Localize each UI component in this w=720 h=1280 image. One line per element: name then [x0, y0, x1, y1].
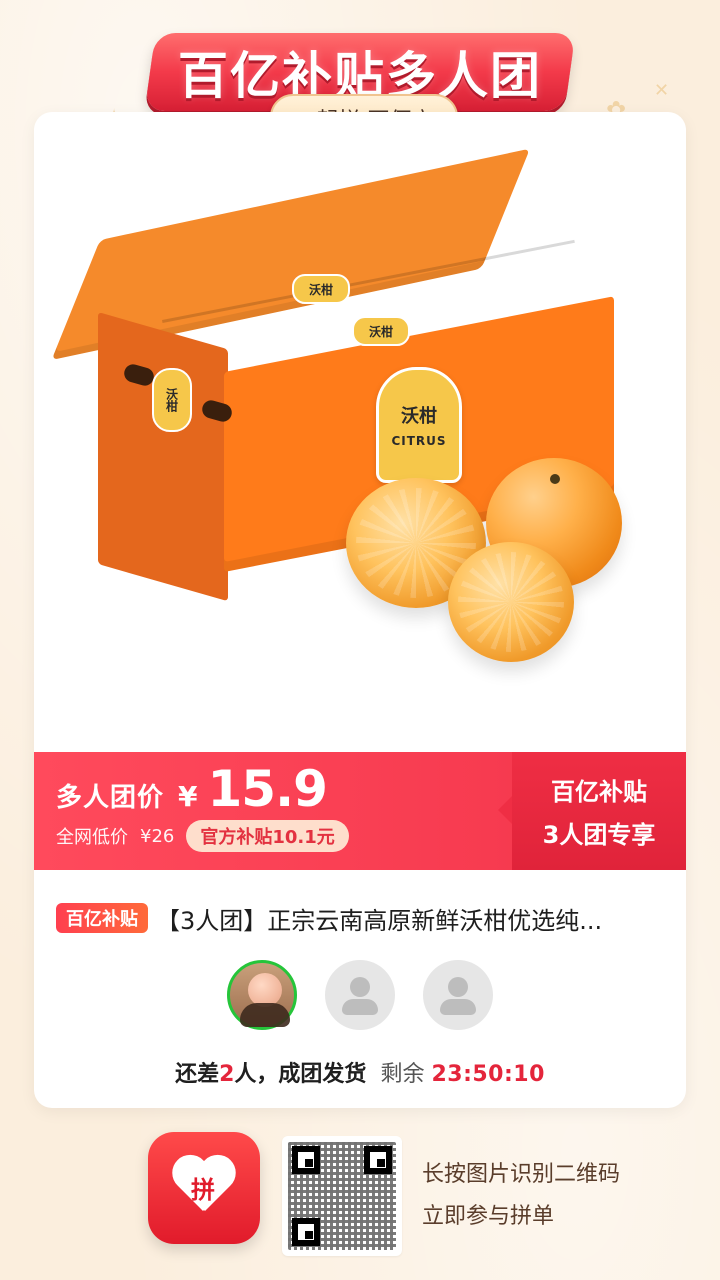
- orange-stem: [550, 474, 560, 484]
- billion-subsidy-text: 百亿补贴: [551, 778, 647, 806]
- billion-subsidy-badge: 百亿补贴: [56, 903, 148, 933]
- footer-line-1: 长按图片识别二维码: [422, 1162, 621, 1187]
- box-brand-en: CITRUS: [391, 434, 447, 448]
- pinduoduo-app-icon: 拼: [148, 1132, 260, 1244]
- qr-finder: [364, 1146, 392, 1174]
- price-value: 15.9: [207, 760, 328, 818]
- qr-code[interactable]: [282, 1136, 402, 1256]
- orange-segmented: [448, 542, 574, 662]
- market-price-value: ¥26: [140, 825, 175, 847]
- qr-finder: [292, 1218, 320, 1246]
- time-left: 23:50:10: [431, 1062, 545, 1087]
- price-currency: ¥: [178, 780, 198, 813]
- market-price-label: 全网低价: [56, 827, 128, 848]
- subsidy-pill: 官方补贴10.1元: [186, 820, 349, 852]
- user-icon: [436, 973, 480, 1017]
- product-image: 沃柑 沃柑 CITRUS 沃柑 沃柑: [34, 112, 686, 752]
- price-right-panel: 百亿补贴 3人团专享: [498, 752, 686, 870]
- box-brand-badge: 沃柑 CITRUS: [376, 367, 462, 483]
- avatar: [227, 960, 297, 1030]
- price-left: 多人团价 ¥ 15.9 全网低价 ¥26 官方补贴10.1元: [56, 764, 516, 864]
- avatar-empty: [325, 960, 395, 1030]
- status-count: 2: [219, 1062, 235, 1087]
- group-status: 还差2人，成团发货 剩余 23:50:10: [34, 1052, 686, 1092]
- qr-finder: [292, 1146, 320, 1174]
- box-side-label: 沃柑: [152, 368, 192, 432]
- footer-text: 长按图片识别二维码 立即参与拼单: [422, 1154, 682, 1238]
- status-timer: 剩余 23:50:10: [380, 1056, 544, 1088]
- product-card: 沃柑 沃柑 CITRUS 沃柑 沃柑 多人团价 ¥ 15.9 全网低价 ¥26 …: [34, 112, 686, 1108]
- box-side-face: [98, 312, 228, 602]
- sparkle-icon: ✕: [654, 80, 670, 101]
- three-person-exclusive-text: 3人团专享: [542, 821, 656, 849]
- footer-line-2: 立即参与拼单: [422, 1204, 555, 1229]
- price-band: 多人团价 ¥ 15.9 全网低价 ¥26 官方补贴10.1元 百亿补贴 3人团专…: [34, 752, 686, 870]
- product-title: 【3人团】正宗云南高原新鲜沃柑优选纯...: [156, 906, 603, 935]
- price-row: 多人团价 ¥ 15.9: [56, 764, 516, 814]
- box-brand-cn: 沃柑: [401, 406, 437, 427]
- user-icon: [338, 973, 382, 1017]
- avatar-empty: [423, 960, 493, 1030]
- box-top-badge: 沃柑: [292, 274, 350, 304]
- share-poster: 百亿补贴多人团 一起拼 更便宜 ✦ ✿ ✕ 沃柑 沃柑 CITRUS 沃柑 沃柑: [0, 0, 720, 1280]
- group-avatars: [34, 960, 686, 1050]
- group-price-label: 多人团价: [56, 783, 165, 813]
- status-prefix: 还差: [175, 1062, 220, 1087]
- status-remaining: 还差2人，成团发货: [175, 1056, 366, 1088]
- status-suffix: 人，成团发货: [234, 1062, 367, 1087]
- product-title-row[interactable]: 百亿补贴 【3人团】正宗云南高原新鲜沃柑优选纯...: [56, 898, 666, 938]
- price-sub: 全网低价 ¥26 官方补贴10.1元: [56, 820, 516, 852]
- box-top-badge: 沃柑: [352, 316, 410, 346]
- pin-glyph: 拼: [191, 1176, 215, 1204]
- time-label: 剩余: [380, 1062, 425, 1087]
- footer: 拼 长按图片识别二维码 立即参与拼单: [0, 1132, 720, 1272]
